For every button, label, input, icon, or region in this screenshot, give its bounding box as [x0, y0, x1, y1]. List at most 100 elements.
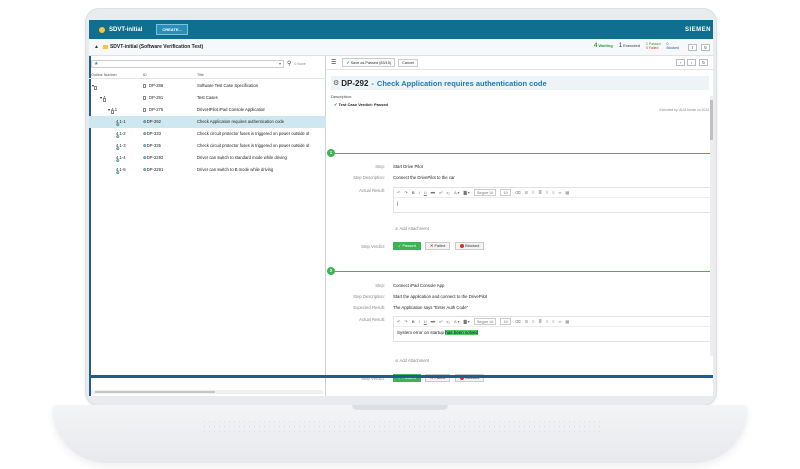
redo-icon[interactable]: ↷ [404, 190, 407, 195]
superscript-icon[interactable]: x² [439, 190, 442, 195]
table-icon[interactable]: ▦ [565, 319, 569, 324]
menu-icon[interactable]: ☰ [331, 59, 336, 66]
align-left-icon[interactable]: ≣ [539, 319, 542, 324]
align-right-icon[interactable]: ≡ [552, 190, 554, 195]
underline-icon[interactable]: U [424, 319, 427, 324]
filter-count: 0 None [294, 61, 306, 66]
item-id[interactable]: ⚙DP-2292 [143, 155, 163, 160]
numbered-list-icon[interactable]: ≡ [532, 190, 534, 195]
export-icon[interactable]: ⇪ [688, 44, 697, 51]
add-attachment-link[interactable]: ⊘ Add Attachment [395, 358, 429, 363]
column-id[interactable]: ID [143, 73, 147, 77]
highlight-icon[interactable]: ▇ ▾ [464, 319, 470, 324]
superscript-icon[interactable]: x² [439, 319, 442, 324]
numbered-list-icon[interactable]: ≡ [532, 319, 534, 324]
test-case-id[interactable]: DP-292 [341, 79, 368, 88]
item-title[interactable]: Driver can switch to B mode while drivin… [197, 167, 273, 172]
strike-icon[interactable]: ab [431, 319, 435, 324]
passed-button[interactable]: ✓ Passed [393, 242, 421, 250]
align-right-icon[interactable]: ≡ [552, 319, 554, 324]
cancel-button[interactable]: Cancel [398, 58, 418, 67]
highlight-icon[interactable]: ▇ ▾ [464, 190, 470, 195]
table-row[interactable]: ▾ 4 DP-291 Test Cases [89, 92, 326, 104]
table-row[interactable]: ⚙ 4.1-3 ⚙DP-335 Check circuit protector fus… [89, 140, 326, 152]
table-row[interactable]: ▾ 4.1 DP-275 DriveHPilot iPad Console Appl… [89, 104, 326, 116]
actual-result-editor[interactable]: ↶ ↷ BIU ab x² x₂ A ▾ ▇ ▾ Segoe UI 10 ⌫ ☰ ≡ ≣ ≡… [393, 316, 711, 342]
editor-body[interactable]: System error on startup has been solved [394, 327, 710, 341]
item-id[interactable]: ⚙DP-335 [143, 143, 161, 148]
clear-format-icon[interactable]: ⌫ [515, 319, 521, 324]
align-center-icon[interactable]: ≡ [546, 190, 548, 195]
failed-button[interactable]: ✕ Failed [425, 242, 451, 250]
strike-icon[interactable]: ab [431, 190, 435, 195]
item-id[interactable]: DP-291 [143, 95, 163, 100]
refresh-icon[interactable]: ↻ [699, 59, 708, 66]
list-icon[interactable]: ☰ [525, 190, 529, 195]
column-outline[interactable]: Outline Number [91, 73, 117, 77]
chevron-down-icon[interactable]: ▾ [279, 61, 281, 66]
italic-icon[interactable]: I [419, 190, 420, 195]
size-select[interactable]: 10 [500, 318, 511, 325]
item-id[interactable]: ⚙DP-2291 [143, 167, 163, 172]
clear-format-icon[interactable]: ⌫ [515, 190, 521, 195]
table-row[interactable]: ⚙ 4.1-4 ⚙DP-2292 Driver can switch to stand… [89, 152, 326, 164]
favorite-icon[interactable]: ★ [94, 61, 98, 67]
size-select[interactable]: 10 [500, 189, 511, 196]
font-select[interactable]: Segoe UI [473, 189, 497, 196]
bold-icon[interactable]: B [412, 319, 415, 324]
add-attachment-link[interactable]: ⊘ Add Attachment [395, 226, 429, 231]
table-row[interactable]: ⚙ 4.1-1 ⚙DP-292 Check Application requires … [89, 116, 326, 128]
italic-icon[interactable]: I [419, 319, 420, 324]
item-title[interactable]: Check circuit protector fuses is trigger… [197, 143, 309, 148]
undo-icon[interactable]: ↶ [397, 319, 400, 324]
redo-icon[interactable]: ↷ [404, 319, 407, 324]
item-id[interactable]: DP-275 [143, 107, 163, 112]
align-left-icon[interactable]: ≣ [539, 190, 542, 195]
item-title[interactable]: Software Test Case Specification [197, 83, 258, 88]
font-select[interactable]: Segoe UI [473, 318, 497, 325]
subscript-icon[interactable]: x₂ [446, 190, 450, 195]
subscript-icon[interactable]: x₂ [446, 319, 450, 324]
link-icon[interactable]: ∞ [559, 190, 562, 195]
item-id[interactable]: ⚙DP-292 [143, 119, 161, 124]
vertical-scrollbar[interactable] [710, 96, 713, 356]
item-title[interactable]: Check Application requires authenticatio… [197, 119, 284, 124]
item-title[interactable]: Driver can switch to standard mode while… [197, 155, 287, 160]
undo-icon[interactable]: ↶ [397, 190, 400, 195]
horizontal-scrollbar[interactable] [91, 390, 323, 394]
actual-result-editor[interactable]: ↶ ↷ BIU ab x² x₂ A ▾ ▇ ▾ Segoe UI 10 ⌫ ☰ ≡ ≣ ≡… [393, 187, 711, 213]
item-title[interactable]: DriveHPilot iPad Console Application [197, 107, 265, 112]
editor-toolbar: ↶ ↷ BIU ab x² x₂ A ▾ ▇ ▾ Segoe UI 10 ⌫ ☰ ≡ ≣ ≡… [394, 188, 710, 198]
previous-icon[interactable]: ‹ [676, 59, 685, 66]
bold-icon[interactable]: B [412, 190, 415, 195]
column-title[interactable]: Title [197, 73, 204, 77]
align-center-icon[interactable]: ≡ [546, 319, 548, 324]
link-icon[interactable]: ∞ [559, 319, 562, 324]
table-row[interactable]: ⚙ 4.1-2 ⚙DP-333 Check circuit protector fus… [89, 128, 326, 140]
test-case-sep: - [371, 78, 374, 88]
item-title[interactable]: Test Cases [197, 95, 218, 100]
item-id[interactable]: ⚙DP-333 [143, 131, 161, 136]
save-as-passed-button[interactable]: ✔ Save as Passed (83/15) [342, 58, 396, 67]
project-name[interactable]: SDVT-initial [109, 27, 142, 33]
text-color-icon[interactable]: A ▾ [454, 319, 460, 324]
editor-body[interactable]: | [394, 198, 710, 212]
table-icon[interactable]: ▦ [565, 190, 569, 195]
collapse-icon[interactable]: ▲ [94, 44, 99, 50]
next-icon[interactable]: › [687, 59, 696, 66]
table-row[interactable]: ⚙ 4.1-5 ⚙DP-2291 Driver can switch to B mod… [89, 164, 326, 176]
executed-stat: 1 Executed [618, 43, 640, 50]
refresh-icon[interactable]: ↻ [701, 44, 710, 51]
search-icon[interactable]: ⚲ [287, 60, 291, 67]
laptop-screen: SDVT-initial CREATE... SIEMEN ▲ SDVT-ini… [89, 20, 713, 396]
underline-icon[interactable]: U [424, 190, 427, 195]
table-row[interactable]: ▾ DP-286 Software Test Case Specification [89, 80, 326, 92]
item-title[interactable]: Check circuit protector fuses is trigger… [197, 131, 309, 136]
blocked-button[interactable]: Blocked [455, 242, 485, 250]
create-button[interactable]: CREATE... [156, 24, 188, 35]
text-color-icon[interactable]: A ▾ [454, 190, 460, 195]
filter-input[interactable]: ★ ▾ [91, 59, 284, 68]
test-case-icon: ⚙ [116, 170, 120, 175]
list-icon[interactable]: ☰ [525, 319, 529, 324]
item-id[interactable]: DP-286 [143, 83, 163, 88]
